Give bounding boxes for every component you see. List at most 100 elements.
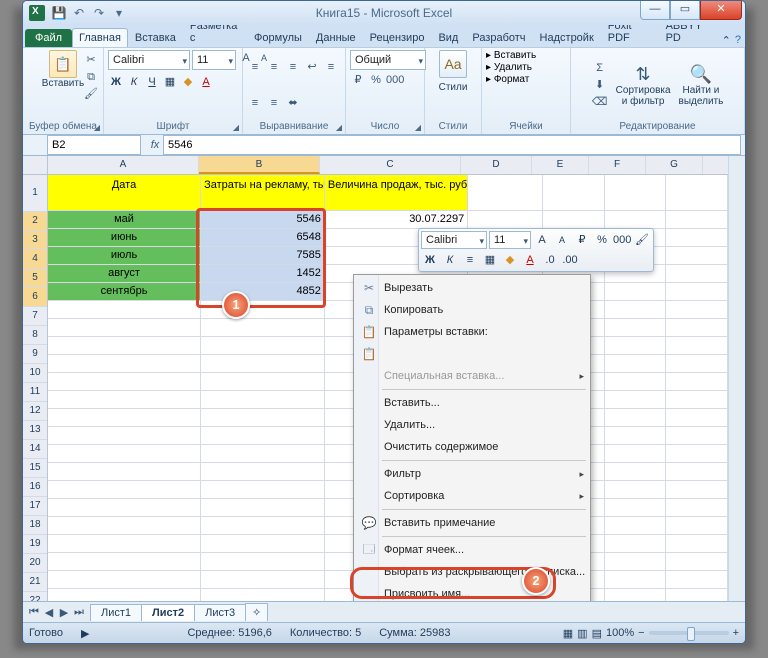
sheet-nav-first-icon[interactable]: ⏮ xyxy=(27,606,41,619)
sheet-tab[interactable]: Лист2 xyxy=(141,604,195,621)
ctx-copy[interactable]: ⧉Копировать xyxy=(356,299,588,321)
row-header[interactable]: 16 xyxy=(23,478,47,497)
row-header[interactable]: 21 xyxy=(23,573,47,592)
cell[interactable] xyxy=(201,571,325,589)
cell[interactable]: сентябрь xyxy=(48,283,201,301)
zoom-out-icon[interactable]: − xyxy=(638,627,644,639)
bold-icon[interactable]: Ж xyxy=(108,74,124,90)
row-header[interactable]: 12 xyxy=(23,402,47,421)
align-center-icon[interactable]: ≡ xyxy=(247,95,263,111)
row-header[interactable]: 7 xyxy=(23,307,47,326)
cell[interactable]: июль xyxy=(48,247,201,265)
row-header[interactable]: 20 xyxy=(23,554,47,573)
cell[interactable] xyxy=(48,481,201,499)
number-format-combo[interactable]: Общий xyxy=(350,50,426,70)
col-header[interactable]: F xyxy=(589,156,646,174)
cell[interactable] xyxy=(666,481,728,499)
zoom-slider[interactable] xyxy=(649,631,729,635)
cell[interactable] xyxy=(201,427,325,445)
mini-italic-icon[interactable]: К xyxy=(441,251,459,269)
cell[interactable] xyxy=(48,553,201,571)
ctx-define-name[interactable]: Присвоить имя... xyxy=(356,583,588,601)
cell[interactable] xyxy=(48,499,201,517)
row-header[interactable]: 6 xyxy=(23,288,47,307)
mini-fill-icon[interactable]: ◆ xyxy=(501,251,519,269)
mini-align-icon[interactable]: ≡ xyxy=(461,251,479,269)
undo-icon[interactable]: ↶ xyxy=(71,5,87,21)
cell[interactable] xyxy=(201,535,325,553)
ctx-filter[interactable]: Фильтр▸ xyxy=(356,463,588,485)
cell[interactable] xyxy=(48,337,201,355)
ctx-insert[interactable]: Вставить... xyxy=(356,392,588,414)
cell[interactable] xyxy=(201,355,325,373)
cell[interactable] xyxy=(605,427,667,445)
cell[interactable] xyxy=(201,517,325,535)
cell[interactable] xyxy=(48,571,201,589)
mini-grow-icon[interactable]: A xyxy=(533,231,551,249)
col-header[interactable]: B xyxy=(199,156,320,174)
cell[interactable] xyxy=(201,391,325,409)
cell[interactable] xyxy=(605,553,667,571)
ctx-format-cells[interactable]: 🗔Формат ячеек... xyxy=(356,539,588,561)
cell[interactable]: 5546 xyxy=(201,211,325,229)
minimize-button[interactable]: ― xyxy=(640,1,670,20)
align-left-icon[interactable]: ≡ xyxy=(323,59,339,75)
cell[interactable] xyxy=(605,355,667,373)
fill-color-icon[interactable]: ◆ xyxy=(180,74,196,90)
zoom-in-icon[interactable]: + xyxy=(733,627,739,639)
font-color-icon[interactable]: A xyxy=(198,74,214,90)
ctx-clear[interactable]: Очистить содержимое xyxy=(356,436,588,458)
comma-icon[interactable]: 000 xyxy=(386,72,402,88)
percent-icon[interactable]: % xyxy=(368,72,384,88)
row-header[interactable]: 15 xyxy=(23,459,47,478)
cell[interactable] xyxy=(48,535,201,553)
vertical-scrollbar[interactable] xyxy=(728,156,745,601)
close-button[interactable]: ✕ xyxy=(700,1,742,20)
cell[interactable]: 4852 xyxy=(201,283,325,301)
sheet-tab[interactable]: Лист1 xyxy=(90,604,142,621)
cell[interactable] xyxy=(48,355,201,373)
paste-button[interactable]: Вставить xyxy=(42,78,84,89)
border-icon[interactable]: ▦ xyxy=(162,74,178,90)
cell[interactable] xyxy=(201,445,325,463)
mini-bold-icon[interactable]: Ж xyxy=(421,251,439,269)
autosum-icon[interactable]: Σ xyxy=(592,60,608,76)
status-macro-icon[interactable]: ▶ xyxy=(81,627,89,640)
cell[interactable] xyxy=(543,211,605,229)
styles-icon[interactable]: Aa xyxy=(439,50,467,78)
cell[interactable] xyxy=(666,283,728,301)
cell[interactable] xyxy=(48,427,201,445)
format-painter-icon[interactable]: 🖌 xyxy=(83,86,99,102)
cell[interactable] xyxy=(605,463,667,481)
sort-filter-button[interactable]: ⇅ Сортировка и фильтр xyxy=(616,64,671,107)
cell[interactable] xyxy=(201,409,325,427)
cell[interactable] xyxy=(605,571,667,589)
col-header[interactable]: D xyxy=(461,156,532,174)
mini-dec-dec-icon[interactable]: .00 xyxy=(561,251,579,269)
row-header[interactable]: 11 xyxy=(23,383,47,402)
align-launcher-icon[interactable]: ◢ xyxy=(334,123,344,133)
cell[interactable] xyxy=(666,553,728,571)
row-header[interactable]: 8 xyxy=(23,326,47,345)
mini-painter-icon[interactable]: 🖌 xyxy=(633,231,651,249)
row-header[interactable]: 14 xyxy=(23,440,47,459)
qat-dropdown-icon[interactable]: ▾ xyxy=(111,5,127,21)
cell[interactable] xyxy=(666,517,728,535)
row-header[interactable]: 9 xyxy=(23,345,47,364)
row-header[interactable]: 5 xyxy=(23,269,47,288)
font-name-combo[interactable]: Calibri xyxy=(108,50,190,70)
font-launcher-icon[interactable]: ◢ xyxy=(231,123,241,133)
cell[interactable] xyxy=(605,211,667,229)
row-header[interactable]: 22 xyxy=(23,592,47,601)
sheet-nav-next-icon[interactable]: ▶ xyxy=(57,606,71,619)
cell[interactable] xyxy=(48,301,201,319)
cell[interactable]: Величина продаж, тыс. руб. xyxy=(325,175,468,211)
new-sheet-button[interactable]: ✧ xyxy=(245,603,268,621)
cell[interactable] xyxy=(468,175,543,211)
file-tab[interactable]: Файл xyxy=(25,29,72,47)
col-header[interactable]: A xyxy=(48,156,199,174)
cell[interactable] xyxy=(48,373,201,391)
sheet-nav-prev-icon[interactable]: ◀ xyxy=(42,606,56,619)
clipboard-launcher-icon[interactable]: ◢ xyxy=(92,123,102,133)
formula-input[interactable]: 5546 xyxy=(163,135,741,155)
